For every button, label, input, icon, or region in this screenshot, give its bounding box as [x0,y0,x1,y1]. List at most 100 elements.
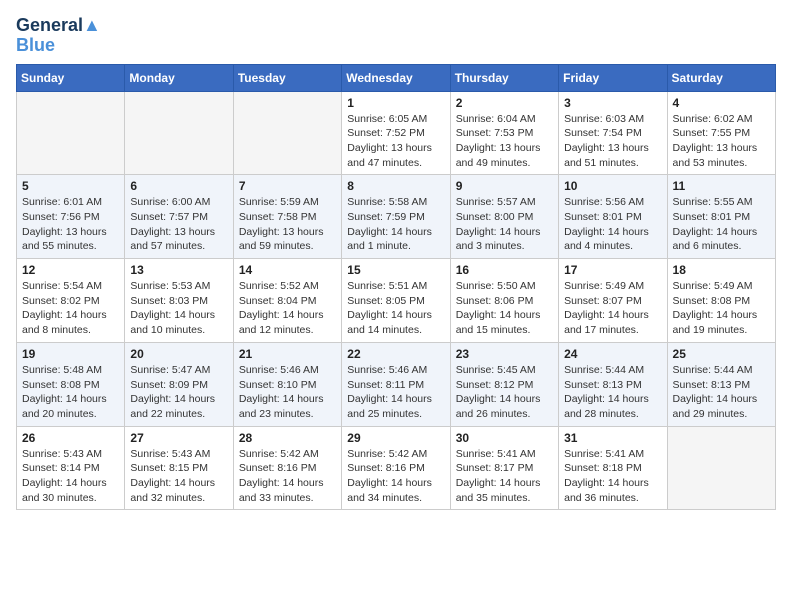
day-info: Sunrise: 5:50 AM Sunset: 8:06 PM Dayligh… [456,279,553,338]
day-number: 12 [22,263,119,277]
day-info: Sunrise: 5:54 AM Sunset: 8:02 PM Dayligh… [22,279,119,338]
calendar-cell-8: 8 Sunrise: 5:58 AM Sunset: 7:59 PM Daylig… [342,175,450,259]
day-info: Sunrise: 5:49 AM Sunset: 8:07 PM Dayligh… [564,279,661,338]
calendar-row-4: 19Sunrise: 5:48 AM Sunset: 8:08 PM Dayli… [17,342,776,426]
logo-text-blue: Blue [16,36,55,56]
day-number: 16 [456,263,553,277]
day-info: Sunrise: 5:46 AM Sunset: 8:11 PM Dayligh… [347,363,444,422]
day-number: 2 [456,96,553,110]
calendar-cell-29: 29Sunrise: 5:42 AM Sunset: 8:16 PM Dayli… [342,426,450,510]
calendar-cell-14: 14 Sunrise: 5:52 AM Sunset: 8:04 PM Dayli… [233,259,341,343]
day-number: 23 [456,347,553,361]
day-number: 28 [239,431,336,445]
calendar-cell-26: 26 Sunrise: 5:43 AM Sunset: 8:14 PM Dayli… [17,426,125,510]
weekday-header-thursday: Thursday [450,64,558,91]
day-number: 10 [564,179,661,193]
day-info: Sunrise: 6:04 AM Sunset: 7:53 PM Dayligh… [456,112,553,171]
day-number: 22 [347,347,444,361]
calendar-row-5: 26 Sunrise: 5:43 AM Sunset: 8:14 PM Dayli… [17,426,776,510]
day-number: 8 [347,179,444,193]
day-info: Sunrise: 5:58 AM Sunset: 7:59 PM Dayligh… [347,195,444,254]
day-info: Sunrise: 5:43 AM Sunset: 8:14 PM Dayligh… [22,447,119,506]
day-number: 14 [239,263,336,277]
weekday-header-saturday: Saturday [667,64,775,91]
calendar-cell-2: 2 Sunrise: 6:04 AM Sunset: 7:53 PM Daylig… [450,91,558,175]
day-number: 30 [456,431,553,445]
calendar-row-2: 5 Sunrise: 6:01 AM Sunset: 7:56 PM Daylig… [17,175,776,259]
day-number: 6 [130,179,227,193]
day-number: 7 [239,179,336,193]
day-info: Sunrise: 6:05 AM Sunset: 7:52 PM Dayligh… [347,112,444,171]
day-info: Sunrise: 6:03 AM Sunset: 7:54 PM Dayligh… [564,112,661,171]
calendar-cell-25: 25 Sunrise: 5:44 AM Sunset: 8:13 PM Dayli… [667,342,775,426]
day-info: Sunrise: 5:53 AM Sunset: 8:03 PM Dayligh… [130,279,227,338]
calendar-cell-empty [17,91,125,175]
day-info: Sunrise: 5:42 AM Sunset: 8:16 PM Dayligh… [239,447,336,506]
day-info: Sunrise: 5:48 AM Sunset: 8:08 PM Dayligh… [22,363,119,422]
weekday-header-tuesday: Tuesday [233,64,341,91]
day-info: Sunrise: 5:41 AM Sunset: 8:18 PM Dayligh… [564,447,661,506]
calendar-cell-22: 22 Sunrise: 5:46 AM Sunset: 8:11 PM Dayli… [342,342,450,426]
day-info: Sunrise: 5:41 AM Sunset: 8:17 PM Dayligh… [456,447,553,506]
weekday-header-wednesday: Wednesday [342,64,450,91]
calendar-cell-20: 20Sunrise: 5:47 AM Sunset: 8:09 PM Dayli… [125,342,233,426]
calendar-cell-12: 12 Sunrise: 5:54 AM Sunset: 8:02 PM Dayli… [17,259,125,343]
calendar: SundayMondayTuesdayWednesdayThursdayFrid… [16,64,776,511]
day-number: 13 [130,263,227,277]
day-number: 5 [22,179,119,193]
calendar-cell-18: 18 Sunrise: 5:49 AM Sunset: 8:08 PM Dayli… [667,259,775,343]
calendar-cell-empty [233,91,341,175]
weekday-header-row: SundayMondayTuesdayWednesdayThursdayFrid… [17,64,776,91]
calendar-row-1: 1 Sunrise: 6:05 AM Sunset: 7:52 PM Daylig… [17,91,776,175]
calendar-cell-17: 17 Sunrise: 5:49 AM Sunset: 8:07 PM Dayli… [559,259,667,343]
calendar-cell-4: 4Sunrise: 6:02 AM Sunset: 7:55 PM Daylig… [667,91,775,175]
calendar-cell-3: 3 Sunrise: 6:03 AM Sunset: 7:54 PM Daylig… [559,91,667,175]
day-number: 4 [673,96,770,110]
day-number: 17 [564,263,661,277]
day-info: Sunrise: 5:44 AM Sunset: 8:13 PM Dayligh… [673,363,770,422]
calendar-cell-21: 21 Sunrise: 5:46 AM Sunset: 8:10 PM Dayli… [233,342,341,426]
calendar-cell-9: 9Sunrise: 5:57 AM Sunset: 8:00 PM Daylig… [450,175,558,259]
weekday-header-monday: Monday [125,64,233,91]
day-number: 21 [239,347,336,361]
calendar-cell-6: 6Sunrise: 6:00 AM Sunset: 7:57 PM Daylig… [125,175,233,259]
calendar-cell-28: 28 Sunrise: 5:42 AM Sunset: 8:16 PM Dayli… [233,426,341,510]
day-info: Sunrise: 6:01 AM Sunset: 7:56 PM Dayligh… [22,195,119,254]
day-info: Sunrise: 5:57 AM Sunset: 8:00 PM Dayligh… [456,195,553,254]
calendar-cell-15: 15Sunrise: 5:51 AM Sunset: 8:05 PM Dayli… [342,259,450,343]
calendar-cell-23: 23 Sunrise: 5:45 AM Sunset: 8:12 PM Dayli… [450,342,558,426]
calendar-cell-13: 13 Sunrise: 5:53 AM Sunset: 8:03 PM Dayli… [125,259,233,343]
day-info: Sunrise: 5:42 AM Sunset: 8:16 PM Dayligh… [347,447,444,506]
calendar-cell-7: 7 Sunrise: 5:59 AM Sunset: 7:58 PM Daylig… [233,175,341,259]
day-number: 11 [673,179,770,193]
calendar-cell-11: 11Sunrise: 5:55 AM Sunset: 8:01 PM Dayli… [667,175,775,259]
calendar-cell-10: 10 Sunrise: 5:56 AM Sunset: 8:01 PM Dayli… [559,175,667,259]
logo: General▲ Blue [16,16,101,56]
day-info: Sunrise: 5:56 AM Sunset: 8:01 PM Dayligh… [564,195,661,254]
day-info: Sunrise: 5:49 AM Sunset: 8:08 PM Dayligh… [673,279,770,338]
day-info: Sunrise: 5:59 AM Sunset: 7:58 PM Dayligh… [239,195,336,254]
calendar-cell-31: 31 Sunrise: 5:41 AM Sunset: 8:18 PM Dayli… [559,426,667,510]
weekday-header-sunday: Sunday [17,64,125,91]
day-number: 3 [564,96,661,110]
calendar-cell-19: 19Sunrise: 5:48 AM Sunset: 8:08 PM Dayli… [17,342,125,426]
day-info: Sunrise: 5:44 AM Sunset: 8:13 PM Dayligh… [564,363,661,422]
logo-text: General▲ [16,16,101,36]
day-info: Sunrise: 5:45 AM Sunset: 8:12 PM Dayligh… [456,363,553,422]
page-header: General▲ Blue [16,16,776,56]
calendar-row-3: 12 Sunrise: 5:54 AM Sunset: 8:02 PM Dayli… [17,259,776,343]
day-number: 31 [564,431,661,445]
calendar-cell-16: 16 Sunrise: 5:50 AM Sunset: 8:06 PM Dayli… [450,259,558,343]
day-info: Sunrise: 5:46 AM Sunset: 8:10 PM Dayligh… [239,363,336,422]
day-info: Sunrise: 5:52 AM Sunset: 8:04 PM Dayligh… [239,279,336,338]
day-info: Sunrise: 5:47 AM Sunset: 8:09 PM Dayligh… [130,363,227,422]
day-number: 26 [22,431,119,445]
calendar-cell-1: 1 Sunrise: 6:05 AM Sunset: 7:52 PM Daylig… [342,91,450,175]
day-number: 1 [347,96,444,110]
calendar-cell-empty [125,91,233,175]
day-number: 25 [673,347,770,361]
day-number: 18 [673,263,770,277]
day-info: Sunrise: 5:43 AM Sunset: 8:15 PM Dayligh… [130,447,227,506]
calendar-cell-24: 24Sunrise: 5:44 AM Sunset: 8:13 PM Dayli… [559,342,667,426]
calendar-cell-empty [667,426,775,510]
